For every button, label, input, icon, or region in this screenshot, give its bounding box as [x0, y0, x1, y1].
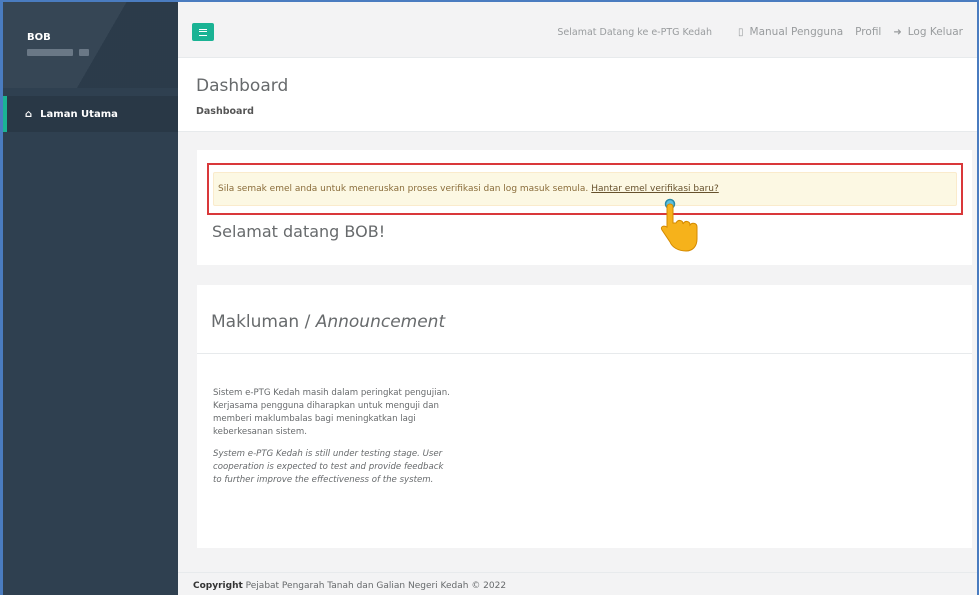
top-navbar: Selamat Datang ke e-PTG Kedah ▯ Manual P…	[178, 2, 977, 58]
announcement-title: Makluman / Announcement	[197, 285, 972, 354]
welcome-message: Selamat Datang ke e-PTG Kedah	[557, 26, 712, 38]
home-icon: ⌂	[25, 108, 33, 120]
profile-label: Profil	[855, 26, 882, 38]
announcement-body: Sistem e-PTG Kedah masih dalam peringkat…	[213, 387, 453, 487]
hand-pointer-icon	[660, 198, 698, 252]
profile-link[interactable]: Profil	[855, 26, 881, 38]
announcement-text-ms: Sistem e-PTG Kedah masih dalam peringkat…	[213, 388, 450, 437]
sidebar-profile: BOB	[3, 2, 178, 88]
copyright-label: Copyright	[193, 581, 243, 591]
logout-label: Log Keluar	[907, 26, 963, 38]
page-title: Dashboard	[196, 76, 289, 96]
highlight-box	[207, 163, 963, 215]
sign-out-icon: ➜	[893, 26, 902, 38]
logout-link[interactable]: ➜ Log Keluar	[893, 26, 963, 38]
top-links: Selamat Datang ke e-PTG Kedah ▯ Manual P…	[557, 26, 963, 38]
user-subtitle-redacted	[27, 49, 178, 56]
announcement-panel: Makluman / Announcement Sistem e-PTG Ked…	[197, 285, 972, 548]
page-heading: Dashboard Dashboard	[178, 58, 977, 132]
manual-link[interactable]: ▯ Manual Pengguna	[738, 26, 843, 38]
pdf-file-icon: ▯	[738, 26, 744, 38]
announcement-title-ms: Makluman /	[211, 312, 316, 332]
user-name: BOB	[27, 32, 51, 43]
manual-label: Manual Pengguna	[749, 26, 844, 38]
announcement-text-en: System e-PTG Kedah is still under testin…	[213, 449, 444, 485]
announcement-title-en: Announcement	[315, 312, 446, 332]
sidebar: BOB ⌂ Laman Utama	[3, 2, 178, 595]
sidebar-item-label: Laman Utama	[40, 108, 118, 120]
welcome-heading: Selamat datang BOB!	[212, 222, 386, 241]
breadcrumb: Dashboard	[196, 106, 254, 117]
sidebar-item-laman-utama[interactable]: ⌂ Laman Utama	[3, 96, 178, 132]
footer: Copyright Pejabat Pengarah Tanah dan Gal…	[178, 572, 977, 595]
hamburger-icon	[199, 28, 207, 36]
menu-toggle-button[interactable]	[192, 23, 214, 41]
copyright-text: Pejabat Pengarah Tanah dan Galian Negeri…	[245, 581, 507, 591]
